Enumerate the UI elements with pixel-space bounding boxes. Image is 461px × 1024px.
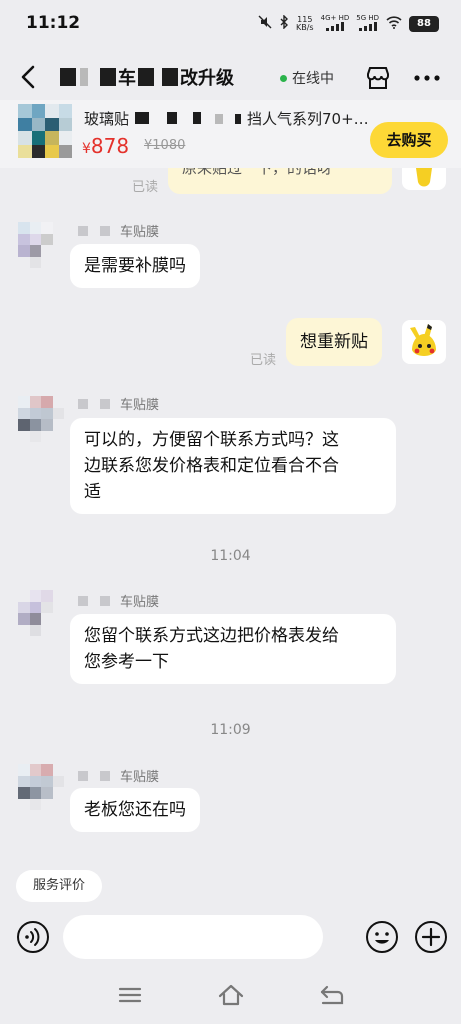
time-divider: 11:09: [210, 722, 251, 738]
chat-title: 车 改升级: [58, 64, 234, 90]
redacted-block: [78, 225, 88, 236]
message-bubble-in: 您留个联系方式这边把价格表发给 您参考一下: [70, 614, 396, 684]
status-icons: 115 KB/s 4G+ HD 5G HD 88: [258, 14, 439, 33]
voice-icon: [17, 921, 49, 953]
redacted-block: [78, 398, 88, 409]
home-icon: [218, 984, 244, 1006]
redacted-block: [100, 225, 110, 236]
redacted-block: [193, 112, 202, 124]
redacted-block: [235, 114, 242, 124]
seller-avatar[interactable]: [18, 590, 64, 636]
nav-back-icon: [320, 985, 344, 1005]
sender-name: 车贴膜: [78, 221, 159, 240]
service-rating-button[interactable]: 服务评价: [16, 870, 102, 902]
more-icon: [414, 75, 440, 81]
nav-home-button[interactable]: [216, 982, 246, 1008]
message-bubble-in: 老板您还在吗: [70, 788, 200, 832]
pikachu-avatar-icon: [410, 324, 436, 356]
mute-icon: [258, 15, 272, 32]
sender-name: 车贴膜: [78, 591, 159, 610]
battery-indicator: 88: [409, 15, 439, 32]
redacted-block: [100, 68, 116, 86]
sender-name: 车贴膜: [78, 394, 159, 413]
redacted-block: [100, 398, 110, 409]
status-bar: 11:12 115 KB/s 4G+ HD 5G HD 88: [0, 0, 461, 44]
menu-icon: [118, 987, 142, 1003]
input-bar: [0, 908, 461, 966]
title-part2: 改升级: [180, 68, 234, 89]
buy-button[interactable]: 去购买: [370, 122, 448, 158]
message-bubble-out: 想重新贴: [286, 318, 382, 366]
message-bubble-in: 是需要补膜吗: [70, 244, 200, 288]
message-bubble-out: 原来贴过一下，的话呀: [168, 168, 392, 194]
self-avatar[interactable]: [402, 320, 446, 364]
net-speed: 115 KB/s: [296, 14, 314, 32]
product-price: ¥878: [82, 134, 130, 158]
bluetooth-icon: [279, 14, 289, 32]
pikachu-avatar-icon: [416, 168, 432, 187]
redacted-block: [162, 68, 178, 86]
redacted-block: [78, 595, 88, 606]
voice-button[interactable]: [16, 920, 50, 954]
seller-avatar[interactable]: [18, 396, 64, 442]
redacted-block: [138, 68, 154, 86]
redacted-block: [78, 770, 88, 781]
seller-avatar[interactable]: [18, 764, 64, 810]
online-label: 在线中: [292, 71, 334, 87]
more-button[interactable]: [410, 64, 444, 92]
plus-icon: [415, 921, 447, 953]
read-receipt: 已读: [250, 353, 277, 368]
back-arrow-icon: [21, 65, 35, 89]
redacted-block: [60, 68, 76, 86]
nav-menu-button[interactable]: [115, 982, 145, 1008]
online-dot: [280, 74, 287, 82]
status-time: 11:12: [26, 13, 81, 33]
product-original-price: ¥1080: [144, 138, 186, 153]
title-part1: 车: [118, 68, 136, 89]
redacted-block: [80, 68, 88, 86]
shop-icon: [367, 67, 389, 89]
message-bubble-in: 可以的，方便留个联系方式吗？这 边联系您发价格表和定位看合不合 适: [70, 418, 396, 514]
system-nav-bar: [0, 966, 461, 1024]
redacted-block: [135, 112, 150, 124]
message-input[interactable]: [63, 915, 323, 959]
nav-back-button[interactable]: [317, 982, 347, 1008]
self-avatar[interactable]: [402, 168, 446, 190]
back-button[interactable]: [14, 62, 44, 92]
emoji-button[interactable]: [365, 920, 399, 954]
redacted-block: [215, 114, 224, 124]
plus-button[interactable]: [414, 920, 448, 954]
product-thumbnail: [18, 104, 72, 158]
shop-button[interactable]: [364, 64, 392, 92]
redacted-block: [100, 595, 110, 606]
seller-avatar[interactable]: [18, 222, 64, 268]
signal-1: 4G+ HD: [321, 14, 349, 33]
online-status: 在线中: [280, 68, 334, 88]
redacted-block: [167, 112, 178, 124]
time-divider: 11:04: [210, 548, 251, 564]
read-receipt: 已读: [132, 180, 159, 195]
signal-2: 5G HD: [356, 14, 379, 33]
chat-header: 车 改升级 在线中: [0, 56, 461, 100]
emoji-icon: [366, 921, 398, 953]
sender-name: 车贴膜: [78, 766, 159, 785]
product-title: 玻璃贴 挡人气系列70+…: [84, 110, 369, 128]
redacted-block: [100, 770, 110, 781]
wifi-icon: [386, 15, 402, 32]
